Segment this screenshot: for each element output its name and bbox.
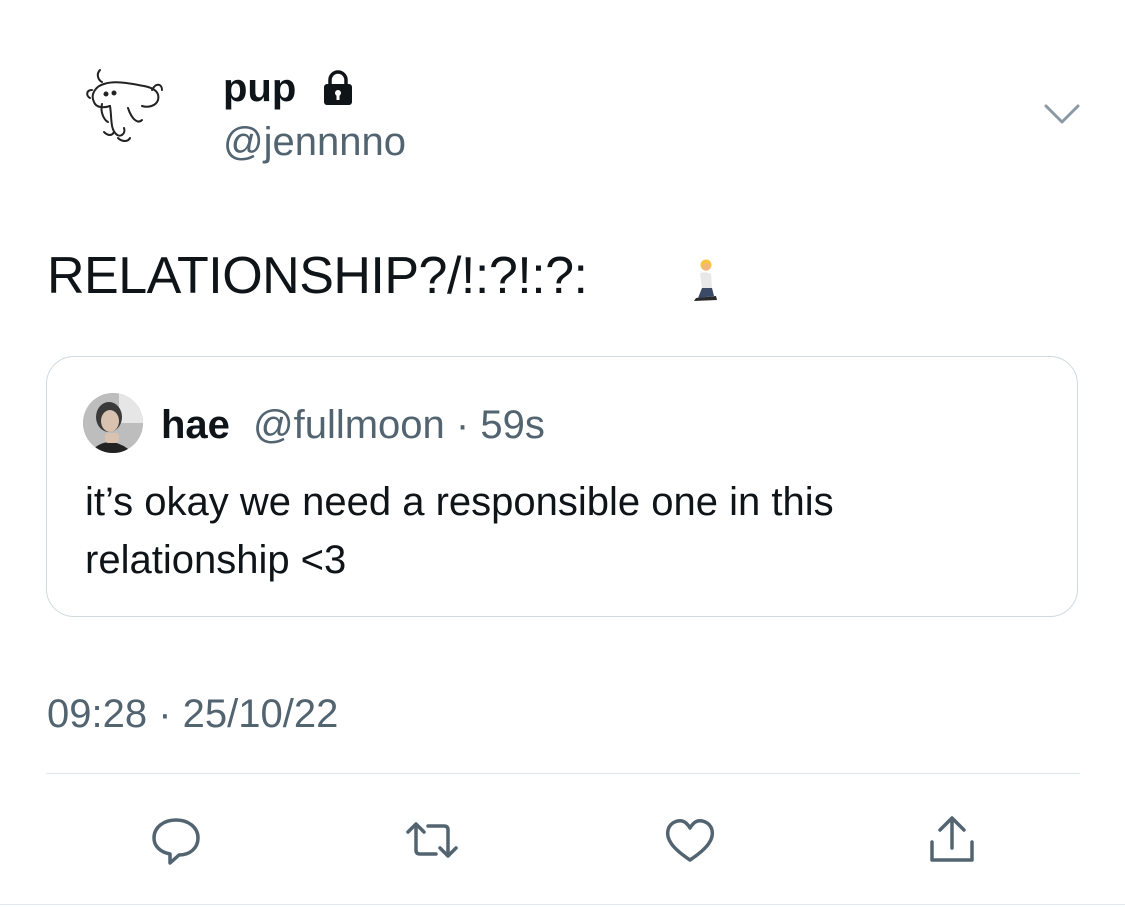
divider xyxy=(46,773,1080,774)
lock-icon xyxy=(318,68,358,108)
quoted-author-handle-time[interactable]: @fullmoon · 59s xyxy=(253,401,545,449)
chevron-down-icon[interactable] xyxy=(1042,100,1082,128)
quoted-tweet[interactable]: hae @fullmoon · 59s it’s okay we need a … xyxy=(46,356,1078,617)
author-avatar[interactable] xyxy=(82,62,166,150)
bottom-divider xyxy=(0,904,1125,905)
quoted-author-name[interactable]: hae xyxy=(161,401,230,449)
share-button[interactable] xyxy=(922,810,982,870)
puppy-drawing-icon xyxy=(86,69,163,142)
quoted-avatar[interactable] xyxy=(83,393,143,453)
reply-icon xyxy=(152,818,200,865)
author-name[interactable]: pup xyxy=(223,64,296,112)
like-icon xyxy=(665,819,715,862)
tweet-timestamp[interactable]: 09:28 · 25/10/22 xyxy=(47,690,338,738)
tweet-text: RELATIONSHIP?/!:?!:?: xyxy=(47,247,588,305)
person-kneeling-icon xyxy=(684,258,724,304)
quoted-tweet-text: it’s okay we need a responsible one in t… xyxy=(85,480,834,582)
reply-button[interactable] xyxy=(146,810,206,870)
author-handle[interactable]: @jennnno xyxy=(223,118,406,166)
retweet-icon xyxy=(406,822,458,858)
share-icon xyxy=(930,816,974,862)
like-button[interactable] xyxy=(660,810,720,870)
retweet-button[interactable] xyxy=(402,810,462,870)
